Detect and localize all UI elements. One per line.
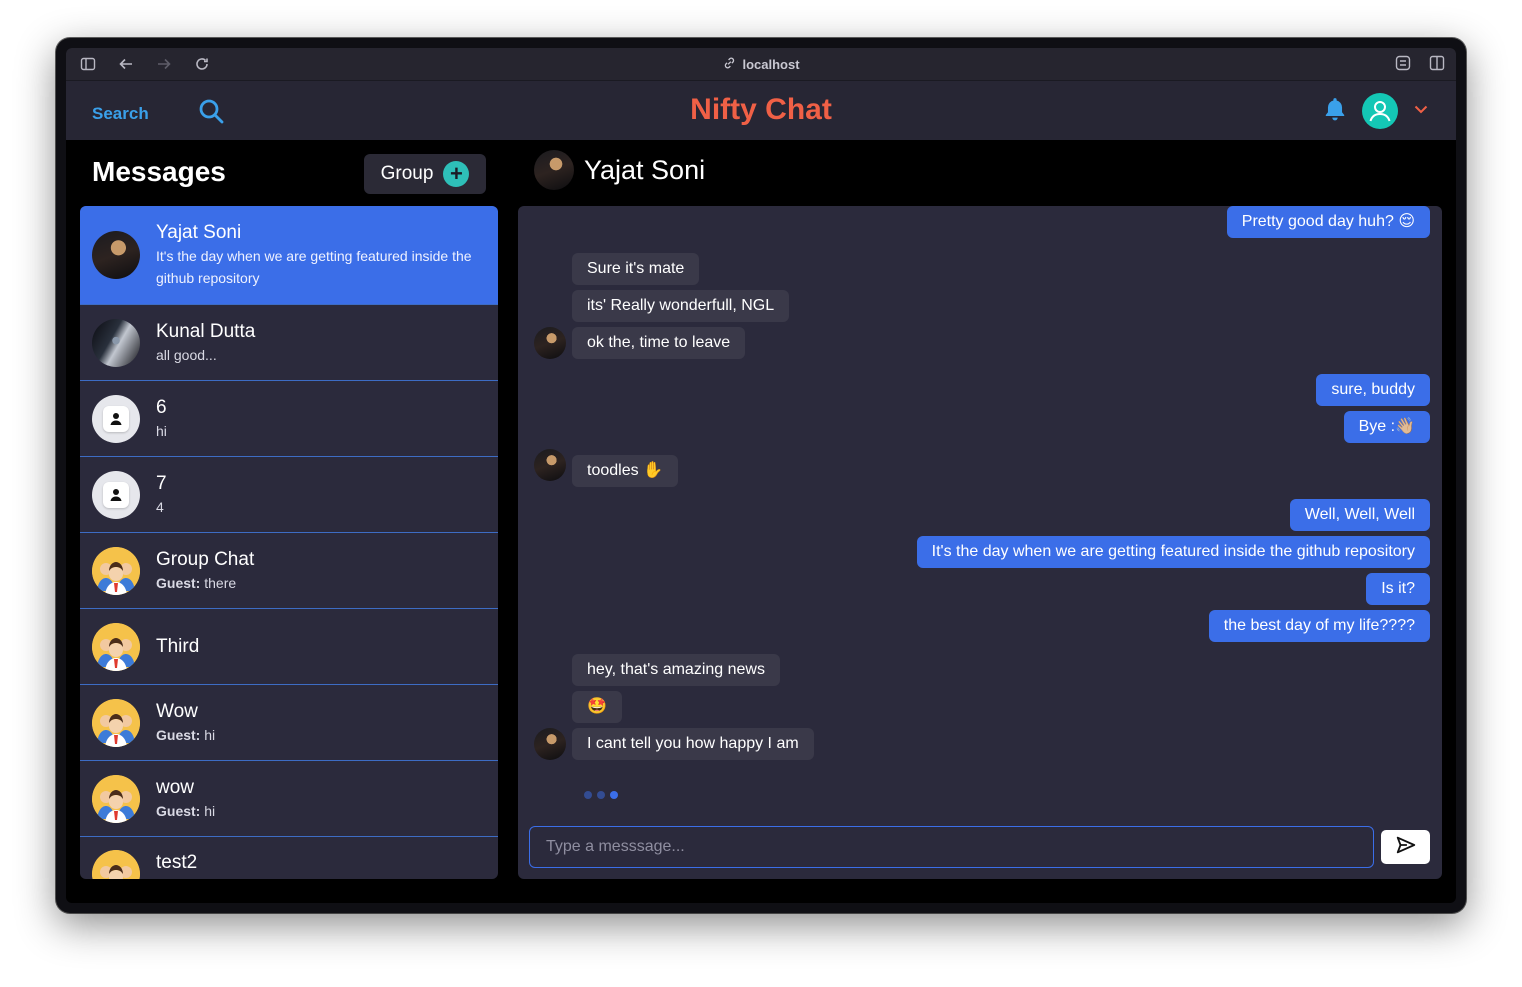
back-arrow-icon[interactable] bbox=[116, 54, 136, 74]
message-bubble: Well, Well, Well bbox=[1289, 499, 1430, 531]
address-bar[interactable]: localhost bbox=[722, 56, 800, 73]
chat-preview: Guest: there bbox=[156, 572, 486, 594]
group-avatar-icon bbox=[92, 774, 140, 823]
sender-avatar bbox=[534, 327, 566, 359]
chat-preview: 4 bbox=[156, 498, 164, 515]
message-bubble: its' Really wonderfull, NGL bbox=[572, 290, 790, 322]
message-bubble: Bye :👋🏼 bbox=[1343, 411, 1430, 443]
search-button[interactable]: Search bbox=[92, 97, 225, 130]
message-bubble: Pretty good day huh? 😌 bbox=[1226, 206, 1430, 238]
link-icon bbox=[722, 56, 736, 73]
brand-title: Nifty Chat bbox=[690, 93, 832, 126]
sender-label: Guest: bbox=[156, 574, 201, 591]
preview-text: hi bbox=[204, 802, 216, 819]
chat-item-kunal-dutta[interactable]: Kunal Dutta all good... bbox=[80, 305, 498, 381]
preview-text: hi bbox=[204, 726, 216, 743]
message-bubble: It's the day when we are getting feature… bbox=[916, 536, 1430, 568]
chat-item-6[interactable]: 6 hi bbox=[80, 381, 498, 457]
group-avatar-icon bbox=[92, 622, 140, 671]
sender-avatar bbox=[534, 728, 566, 760]
message-bubble: 🤩 bbox=[572, 691, 622, 723]
chat-item-test2[interactable]: test2 bbox=[80, 837, 498, 879]
chat-name: Third bbox=[156, 635, 200, 657]
sidebar-title: Messages bbox=[92, 156, 226, 187]
message-bubble: toodles ✋ bbox=[572, 455, 678, 487]
avatar bbox=[92, 318, 140, 367]
user-avatar[interactable] bbox=[1362, 93, 1398, 129]
search-label: Search bbox=[92, 103, 149, 123]
chat-list: Yajat Soni It's the day when we are gett… bbox=[80, 206, 498, 879]
plus-icon: + bbox=[443, 161, 470, 187]
reload-icon[interactable] bbox=[192, 54, 212, 74]
notification-bell-icon[interactable] bbox=[1322, 96, 1348, 127]
chat-name: 7 bbox=[156, 472, 167, 494]
conversation-header: Yajat Soni bbox=[534, 140, 705, 200]
conversation-panel: Pretty good day huh? 😌 Sure it's mate it… bbox=[518, 206, 1442, 879]
split-view-icon[interactable] bbox=[1428, 54, 1446, 77]
preview-text: there bbox=[204, 574, 237, 591]
browser-window: localhost Search Nifty Chat Messages Gro… bbox=[56, 38, 1466, 913]
chat-name: 6 bbox=[156, 396, 167, 418]
message-bubble: sure, buddy bbox=[1316, 374, 1430, 406]
search-icon bbox=[197, 97, 225, 130]
chat-name: wow bbox=[156, 776, 195, 798]
message-bubble: Is it? bbox=[1366, 573, 1430, 605]
send-icon bbox=[1395, 834, 1417, 861]
app-header: Search Nifty Chat bbox=[66, 81, 1456, 140]
message-bubble: Sure it's mate bbox=[572, 253, 700, 285]
message-bubble: hey, that's amazing news bbox=[572, 654, 780, 686]
chat-preview: Guest: hi bbox=[156, 800, 486, 822]
url-text: localhost bbox=[742, 56, 800, 72]
chat-name: test2 bbox=[156, 852, 198, 873]
default-user-icon bbox=[92, 394, 140, 443]
chat-preview: all good... bbox=[156, 346, 217, 363]
browser-viewport: localhost Search Nifty Chat Messages Gro… bbox=[66, 48, 1456, 903]
group-avatar-icon bbox=[92, 546, 140, 595]
avatar bbox=[92, 231, 140, 279]
new-group-button[interactable]: Group + bbox=[364, 154, 486, 194]
chat-name: Wow bbox=[156, 700, 198, 722]
conversation-title: Yajat Soni bbox=[584, 154, 706, 185]
sender-avatar bbox=[534, 449, 566, 481]
message-bubble: I cant tell you how happy I am bbox=[572, 728, 814, 760]
message-input[interactable]: Type a messsage... bbox=[529, 826, 1374, 868]
message-bubble: the best day of my life???? bbox=[1208, 610, 1430, 642]
chat-item-third[interactable]: Third bbox=[80, 609, 498, 685]
chat-name: Group Chat bbox=[156, 548, 255, 570]
group-avatar-icon bbox=[92, 698, 140, 747]
chevron-down-icon[interactable] bbox=[1412, 100, 1430, 123]
sender-label: Guest: bbox=[156, 802, 201, 819]
chats-sidebar: Messages Group + Yajat Soni It's the day… bbox=[80, 140, 498, 887]
chat-item-wow-lower[interactable]: wow Guest: hi bbox=[80, 761, 498, 837]
message-bubble: ok the, time to leave bbox=[572, 327, 746, 359]
typing-indicator bbox=[584, 791, 618, 799]
extensions-icon[interactable] bbox=[1394, 54, 1412, 77]
group-avatar-icon bbox=[92, 850, 140, 879]
chat-item-yajat-soni[interactable]: Yajat Soni It's the day when we are gett… bbox=[80, 206, 498, 305]
chat-name: Yajat Soni bbox=[156, 222, 242, 243]
chat-item-group-chat[interactable]: Group Chat Guest: there bbox=[80, 533, 498, 609]
chat-preview: hi bbox=[156, 422, 167, 439]
chat-item-wow[interactable]: Wow Guest: hi bbox=[80, 685, 498, 761]
forward-arrow-icon[interactable] bbox=[154, 54, 174, 74]
default-user-icon bbox=[92, 470, 140, 519]
avatar[interactable] bbox=[534, 150, 574, 190]
send-button[interactable] bbox=[1381, 830, 1430, 864]
chat-preview: It's the day when we are getting feature… bbox=[156, 248, 472, 286]
browser-toolbar: localhost bbox=[66, 48, 1456, 81]
group-button-label: Group bbox=[380, 163, 434, 184]
chat-name: Kunal Dutta bbox=[156, 320, 256, 342]
sidebar-toggle-icon[interactable] bbox=[78, 54, 98, 74]
chat-preview: Guest: hi bbox=[156, 724, 486, 746]
sender-label: Guest: bbox=[156, 726, 201, 743]
chat-item-7[interactable]: 7 4 bbox=[80, 457, 498, 533]
